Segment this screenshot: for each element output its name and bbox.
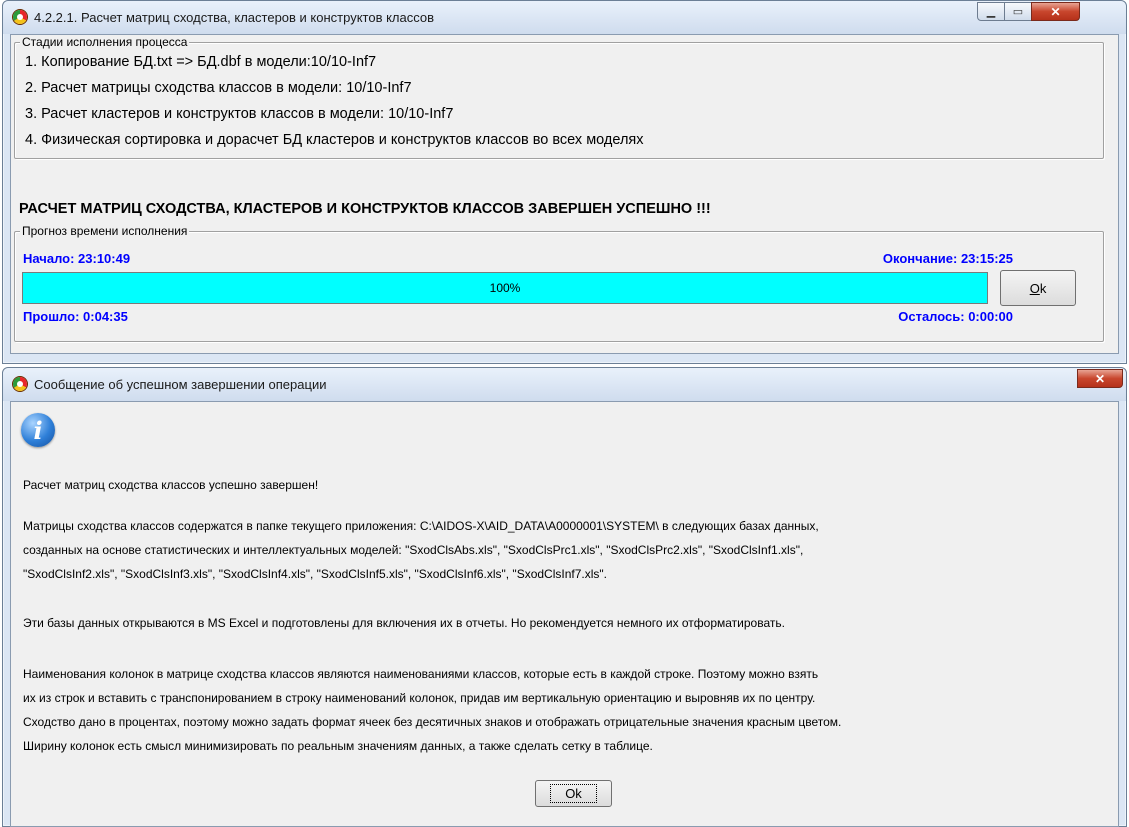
message-line-8: Сходство дано в процентах, поэтому можно… [23, 715, 842, 729]
message-line-1: Расчет матриц сходства классов успешно з… [23, 478, 319, 492]
app-icon [13, 10, 27, 24]
start-time-label: Начало: 23:10:49 [23, 251, 131, 266]
close-icon[interactable]: ✕ [1077, 369, 1123, 388]
message-window-client: i Расчет матриц сходства классов успешно… [10, 401, 1119, 827]
message-line-9: Ширину колонок есть смысл минимизировать… [23, 739, 653, 753]
ok-button[interactable]: Ok [1000, 270, 1076, 306]
progress-window-title: 4.2.2.1. Расчет матриц сходства, кластер… [34, 10, 435, 25]
stage-4: 4. Физическая сортировка и дорасчет БД к… [25, 132, 644, 148]
time-forecast-group: Прогноз времени исполнения Начало: 23:10… [14, 224, 1104, 342]
message-line-7: их из строк и вставить с транспонировани… [23, 691, 816, 705]
message-line-3: созданных на основе статистических и инт… [23, 543, 804, 557]
minimize-icon[interactable]: ▁ [977, 2, 1005, 21]
stages-group: Стадии исполнения процесса 1. Копировани… [14, 35, 1104, 159]
success-heading: РАСЧЕТ МАТРИЦ СХОДСТВА, КЛАСТЕРОВ И КОНС… [19, 201, 711, 217]
info-icon: i [21, 413, 55, 447]
message-ok-button[interactable]: Ok [535, 780, 612, 807]
message-window-title: Сообщение об успешном завершении операци… [34, 377, 327, 392]
ok-button-label: Ok [1029, 280, 1047, 296]
app-icon [13, 377, 27, 391]
stage-2: 2. Расчет матрицы сходства классов в мод… [25, 80, 412, 96]
maximize-icon[interactable]: ▭ [1004, 2, 1032, 21]
progress-bar: 100% [22, 272, 988, 304]
message-window: Сообщение об успешном завершении операци… [2, 367, 1127, 827]
message-ok-focus: Ok [550, 784, 597, 803]
time-forecast-group-label: Прогноз времени исполнения [20, 224, 190, 238]
message-ok-button-label: Ok [565, 786, 582, 801]
message-line-5: Эти базы данных открываются в MS Excel и… [23, 616, 785, 630]
elapsed-time-label: Прошло: 0:04:35 [23, 309, 128, 324]
close-icon[interactable]: ✕ [1031, 2, 1080, 21]
progress-window-client: Стадии исполнения процесса 1. Копировани… [10, 34, 1119, 354]
progress-window-titlebar[interactable]: 4.2.2.1. Расчет матриц сходства, кластер… [3, 1, 1126, 34]
remaining-time-label: Осталось: 0:00:00 [898, 309, 1013, 324]
stages-group-label: Стадии исполнения процесса [20, 35, 190, 49]
progress-window: 4.2.2.1. Расчет матриц сходства, кластер… [2, 0, 1127, 364]
message-line-2: Матрицы сходства классов содержатся в па… [23, 519, 819, 533]
stage-3: 3. Расчет кластеров и конструктов классо… [25, 106, 454, 122]
message-window-titlebar[interactable]: Сообщение об успешном завершении операци… [3, 368, 1126, 401]
end-time-label: Окончание: 23:15:25 [882, 251, 1013, 266]
stage-1: 1. Копирование БД.txt => БД.dbf в модели… [25, 54, 377, 70]
message-line-4: "SxodClsInf2.xls", "SxodClsInf3.xls", "S… [23, 567, 607, 581]
message-line-6: Наименования колонок в матрице сходства … [23, 667, 819, 681]
progress-percent: 100% [489, 281, 521, 295]
